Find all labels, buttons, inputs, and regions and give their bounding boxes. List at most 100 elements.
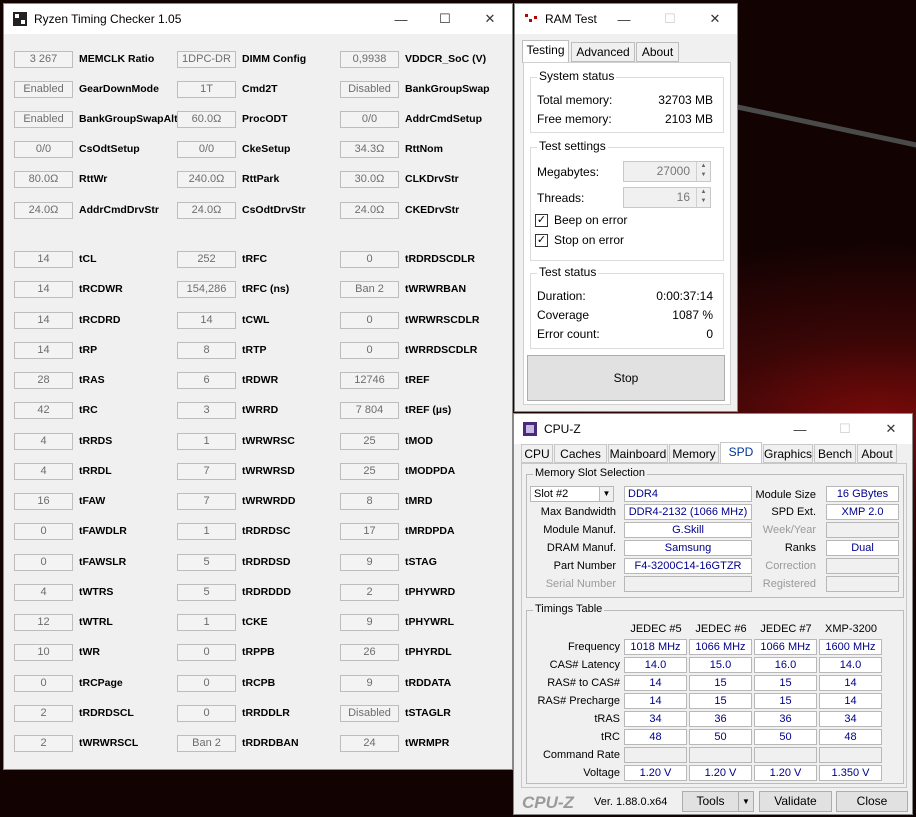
timing-value-field: 25 bbox=[340, 462, 399, 480]
tools-dropdown-button[interactable]: ▼ bbox=[738, 791, 754, 812]
tools-button[interactable]: Tools bbox=[682, 791, 739, 812]
timing-value-field: 14 bbox=[14, 251, 73, 268]
timings-row-label: Command Rate bbox=[542, 749, 620, 761]
close-button[interactable]: ✕ bbox=[692, 4, 738, 34]
spinner-arrows-icon[interactable]: ▲ ▼ bbox=[696, 162, 710, 181]
timing-label: tRCDRD bbox=[79, 313, 121, 326]
timing-label: tSTAG bbox=[405, 555, 437, 568]
megabytes-input[interactable]: 27000 ▲ ▼ bbox=[623, 161, 711, 182]
checkmark-icon: ✓ bbox=[535, 213, 548, 227]
timing-label: CKEDrvStr bbox=[405, 203, 460, 216]
timing-label: MEMCLK Ratio bbox=[79, 53, 155, 65]
close-button[interactable]: ✕ bbox=[868, 414, 914, 444]
timing-value-field: 28 bbox=[14, 372, 73, 389]
timing-value-field: 4 bbox=[14, 462, 73, 480]
timing-value-field: 9 bbox=[340, 553, 399, 571]
spinner-arrows-icon[interactable]: ▲ ▼ bbox=[696, 188, 710, 207]
maximize-button[interactable]: ☐ bbox=[422, 4, 468, 34]
timing-label: tCWL bbox=[242, 313, 270, 326]
timing-value-field: 0 bbox=[340, 341, 399, 359]
timing-value-field: 5 bbox=[177, 583, 236, 601]
timing-label: Cmd2T bbox=[242, 83, 278, 96]
timing-value-field: 154,286 bbox=[177, 281, 236, 299]
free-memory-label: Free memory: bbox=[537, 112, 612, 126]
close-app-button[interactable]: Close bbox=[836, 791, 908, 812]
timing-label: BankGroupSwap bbox=[405, 83, 490, 96]
timing-value-field: 12746 bbox=[340, 372, 399, 389]
tab-cpu[interactable]: CPU bbox=[521, 444, 553, 463]
timings-cell bbox=[819, 747, 882, 763]
timing-label: tRTP bbox=[242, 343, 267, 356]
week-year-label: Week/Year bbox=[762, 524, 816, 536]
timings-cell bbox=[624, 747, 687, 763]
timings-row-label: RAS# to CAS# bbox=[547, 677, 620, 689]
registered-label: Registered bbox=[762, 578, 816, 590]
module-manuf-label: Module Manuf. bbox=[543, 524, 616, 536]
tab-caches[interactable]: Caches bbox=[554, 444, 607, 463]
timing-value-field: 0,9938 bbox=[340, 51, 399, 68]
memory-type-field: DDR4 bbox=[624, 486, 752, 502]
timing-label: tFAW bbox=[79, 495, 106, 507]
tab-mainboard[interactable]: Mainboard bbox=[608, 444, 668, 463]
timing-label: tRAS bbox=[79, 374, 105, 386]
free-memory-row: Free memory: 2103 MB bbox=[537, 111, 717, 127]
timing-label: tRFC bbox=[242, 253, 268, 265]
timings-column-header: JEDEC #6 bbox=[695, 623, 747, 635]
timing-label: tWTRS bbox=[79, 585, 114, 598]
timing-label: tWRWRSCDLR bbox=[405, 313, 480, 326]
tab-bench[interactable]: Bench bbox=[814, 444, 856, 463]
slot-select[interactable]: Slot #2 ▼ bbox=[530, 486, 614, 502]
timing-label: tMODPDA bbox=[405, 464, 456, 477]
timings-cell: 14 bbox=[819, 693, 882, 709]
timing-label: CsOdtSetup bbox=[79, 143, 140, 156]
timing-label: tRDRDSC bbox=[242, 525, 291, 538]
timings-cell: 14.0 bbox=[819, 657, 882, 673]
timing-value-field: 42 bbox=[14, 402, 73, 420]
minimize-button[interactable]: — bbox=[378, 4, 424, 34]
tab-spd[interactable]: SPD bbox=[720, 442, 762, 464]
total-memory-row: Total memory: 32703 MB bbox=[537, 92, 717, 108]
stop-button[interactable]: Stop bbox=[527, 355, 725, 401]
timing-label: ProcODT bbox=[242, 113, 288, 126]
window-title: CPU-Z bbox=[544, 422, 581, 436]
part-number-field: F4-3200C14-16GTZR bbox=[624, 558, 752, 574]
beep-on-error-checkbox[interactable]: ✓ Beep on error bbox=[535, 212, 627, 228]
test-settings-group: Test settings Megabytes: 27000 ▲ ▼ Threads… bbox=[530, 139, 724, 261]
duration-row: Duration: 0:00:37:14 bbox=[537, 288, 717, 304]
close-button[interactable]: ✕ bbox=[467, 4, 513, 34]
timing-value-field: 4 bbox=[14, 432, 73, 450]
stop-on-error-checkbox[interactable]: ✓ Stop on error bbox=[535, 232, 624, 248]
timing-value-field: Ban 2 bbox=[177, 735, 236, 752]
dropdown-arrow-icon[interactable]: ▼ bbox=[599, 487, 613, 501]
threads-input[interactable]: 16 ▲ ▼ bbox=[623, 187, 711, 208]
coverage-label: Coverage bbox=[537, 308, 590, 322]
minimize-button[interactable]: — bbox=[601, 4, 647, 34]
threads-value: 16 bbox=[676, 190, 690, 204]
beep-label: Beep on error bbox=[554, 213, 628, 227]
timing-label: tRCPB bbox=[242, 676, 276, 689]
validate-button[interactable]: Validate bbox=[759, 791, 832, 812]
tab-about[interactable]: About bbox=[857, 444, 897, 463]
timing-label: tMRD bbox=[405, 495, 433, 507]
timings-cell: 15 bbox=[754, 693, 817, 709]
ranks-label: Ranks bbox=[784, 542, 816, 554]
timings-row-label: Voltage bbox=[583, 767, 620, 779]
timing-label: tRDRDDD bbox=[242, 585, 291, 598]
minimize-button[interactable]: — bbox=[777, 414, 823, 444]
timing-label: tRFC (ns) bbox=[242, 283, 290, 296]
timings-cell: 15 bbox=[754, 675, 817, 691]
timings-row-label: tRC bbox=[601, 731, 620, 743]
tab-testing[interactable]: Testing bbox=[522, 40, 569, 63]
timings-cell: 1066 MHz bbox=[689, 639, 752, 655]
tab-graphics[interactable]: Graphics bbox=[763, 444, 813, 463]
minimize-icon: — bbox=[617, 11, 631, 27]
timing-label: tPHYRDL bbox=[405, 646, 452, 659]
tab-advanced[interactable]: Advanced bbox=[571, 42, 635, 62]
app-icon bbox=[13, 12, 27, 26]
timing-label: tRC bbox=[79, 404, 98, 417]
tab-memory[interactable]: Memory bbox=[669, 444, 719, 463]
slot-value: Slot #2 bbox=[534, 488, 569, 500]
timing-value-field: 0 bbox=[14, 674, 73, 692]
tab-about[interactable]: About bbox=[636, 42, 679, 62]
timing-value-field: 2 bbox=[14, 704, 73, 722]
